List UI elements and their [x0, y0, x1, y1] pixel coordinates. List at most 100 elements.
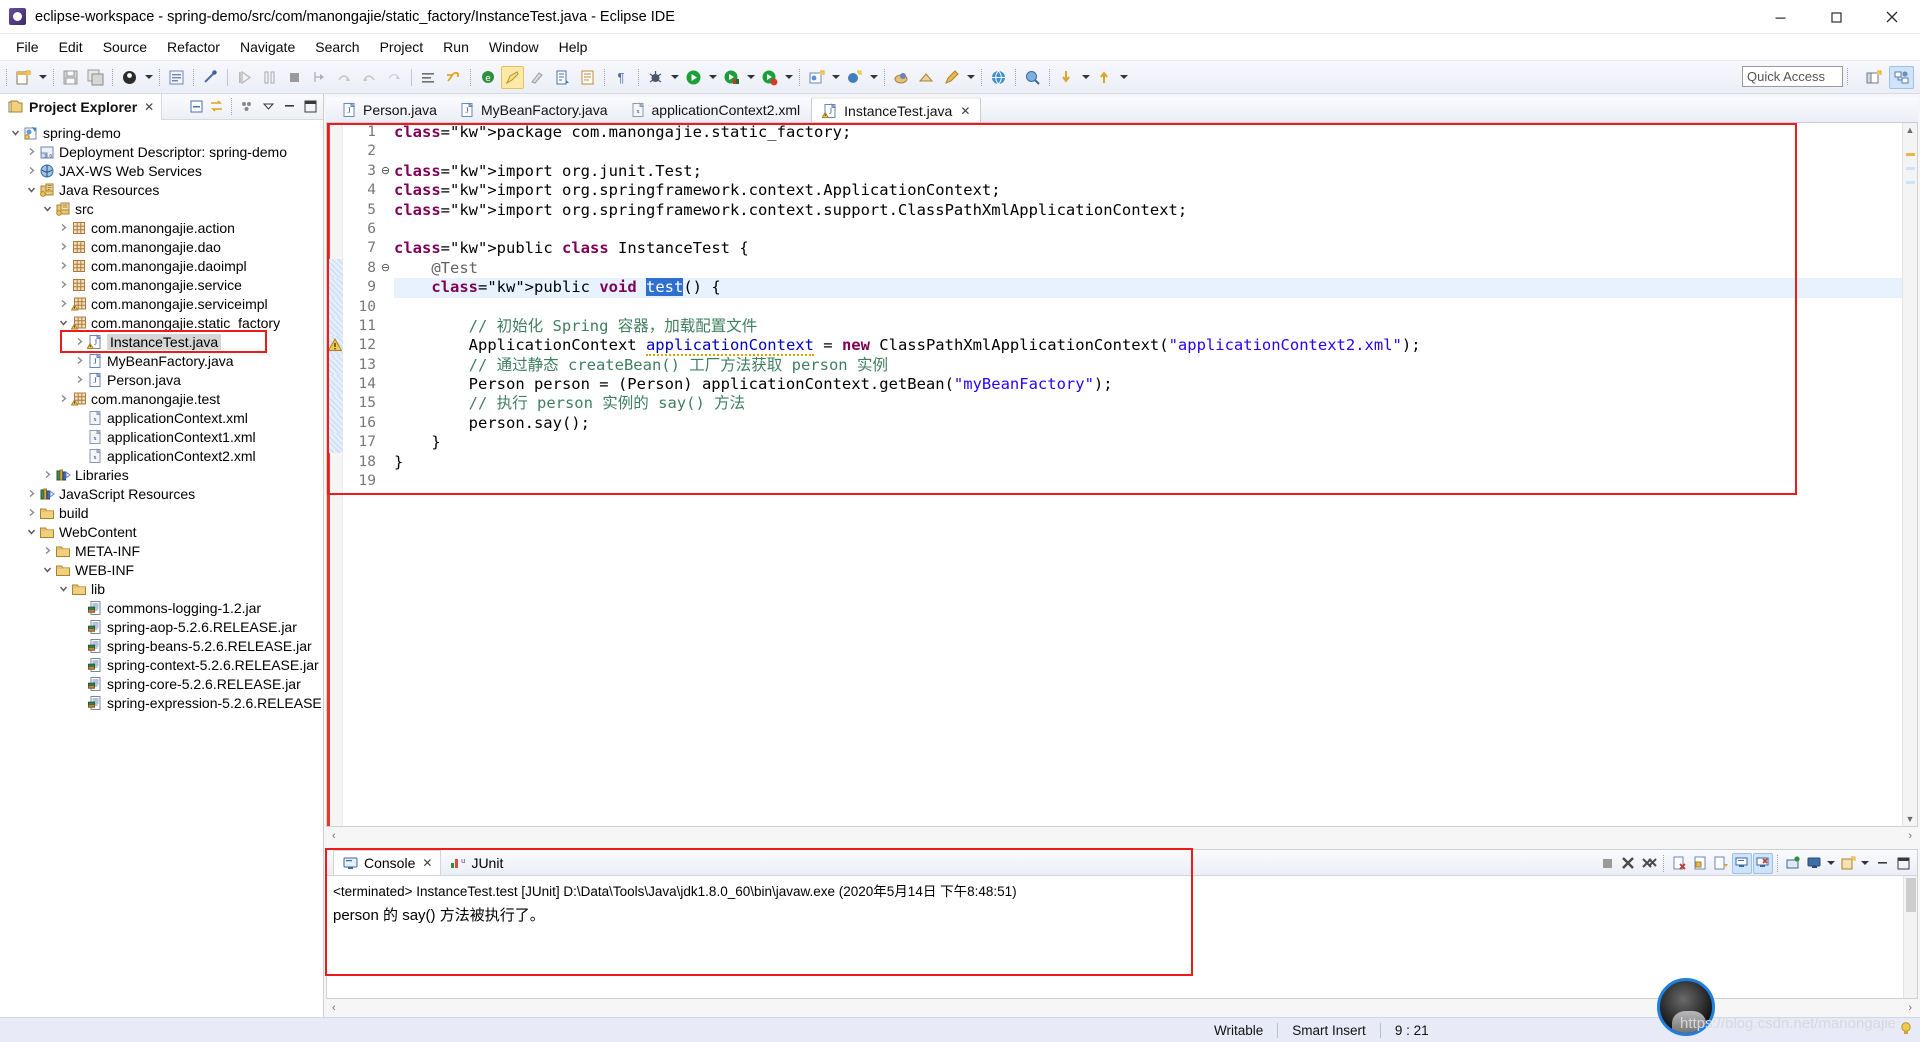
java-editor[interactable]: 1 2 3 4 5 6 7 8 9 10 11 12 13 14 15 16 17 18 19 ⊖ ⊖ class="… [326, 123, 1918, 827]
code-line[interactable]: ApplicationContext applicationContext = … [394, 336, 1902, 357]
code-line[interactable]: class="kw">import org.springframework.co… [394, 201, 1902, 220]
tree-item[interactable]: com.manongajie.static_factory [0, 313, 323, 332]
run-as-icon[interactable] [720, 66, 743, 89]
tree-item[interactable]: spring-core-5.2.6.RELEASE.jar [0, 674, 323, 693]
tree-item[interactable]: com.manongajie.serviceimpl [0, 294, 323, 313]
chevron-down-icon[interactable] [40, 564, 54, 575]
tree-item[interactable]: com.manongajie.test [0, 389, 323, 408]
code-line[interactable] [394, 220, 1902, 239]
scroll-down-arrow[interactable]: ▼ [1906, 814, 1915, 824]
scroll-up-arrow[interactable]: ▲ [1906, 125, 1915, 135]
tab-console[interactable]: Console ✕ [333, 850, 442, 875]
run-icon[interactable] [682, 66, 705, 89]
open-console-dropdown[interactable] [1824, 852, 1837, 874]
editor-tab[interactable]: J Person.java [330, 97, 448, 122]
resume-icon[interactable] [233, 66, 256, 89]
menu-file[interactable]: File [6, 36, 49, 58]
new-class-dropdown[interactable] [867, 66, 880, 88]
chevron-down-icon[interactable] [40, 203, 54, 214]
tab-junit[interactable]: u JUnit [441, 850, 511, 875]
chevron-down-icon[interactable] [24, 184, 38, 195]
show-whitespace-icon[interactable]: ¶ [610, 66, 633, 89]
scroll-right-arrow[interactable]: › [1908, 1002, 1912, 1014]
code-line[interactable]: @Test [394, 259, 1902, 278]
project-tree[interactable]: spring-demo 3.0 Deployment Descriptor: spr… [0, 120, 323, 1017]
menu-window[interactable]: Window [479, 36, 549, 58]
tree-item[interactable]: spring-beans-5.2.6.RELEASE.jar [0, 636, 323, 655]
chevron-right-icon[interactable] [56, 393, 70, 404]
tree-item[interactable]: spring-context-5.2.6.RELEASE.jar [0, 655, 323, 674]
new-dropdown-arrow[interactable] [36, 66, 49, 88]
tree-item[interactable]: WEB-INF [0, 560, 323, 579]
console-vertical-scrollbar[interactable] [1903, 876, 1917, 998]
java-browsing-icon[interactable]: e [476, 66, 499, 89]
debug-run-icon[interactable] [644, 66, 667, 89]
chevron-right-icon[interactable] [56, 222, 70, 233]
code-line[interactable] [394, 472, 1902, 491]
maximize-icon[interactable] [1808, 0, 1864, 34]
editor-overview-ruler[interactable]: ▲ ▼ [1902, 123, 1917, 826]
previous-annotation-icon[interactable] [576, 66, 599, 89]
chevron-right-icon[interactable] [72, 336, 86, 347]
minimize-icon[interactable] [1752, 0, 1808, 34]
maximize-icon[interactable] [1893, 853, 1913, 874]
run-as-dropdown[interactable] [744, 66, 757, 88]
code-line[interactable]: // 执行 person 实例的 say() 方法 [394, 394, 1902, 413]
tree-item[interactable]: META-INF [0, 541, 323, 560]
maximize-icon[interactable] [300, 96, 320, 117]
previous-dropdown[interactable] [1079, 66, 1092, 88]
web-browser-icon[interactable] [987, 66, 1010, 89]
code-line[interactable]: class="kw">import org.springframework.co… [394, 181, 1902, 200]
warning-marker-icon[interactable] [327, 338, 343, 352]
menu-run[interactable]: Run [433, 36, 479, 58]
tree-item[interactable]: Libraries [0, 465, 323, 484]
code-line[interactable] [394, 298, 1902, 317]
coverage-icon[interactable] [758, 66, 781, 89]
open-perspective-button[interactable] [1861, 66, 1886, 89]
edit-icon[interactable] [940, 66, 963, 89]
terminate-icon[interactable] [1597, 853, 1617, 874]
code-line[interactable]: class="kw">import org.junit.Test; [394, 162, 1902, 181]
code-line[interactable]: class="kw">public class InstanceTest { [394, 239, 1902, 258]
tab-project-explorer[interactable]: Project Explorer ✕ [0, 93, 163, 120]
step-into-icon[interactable] [308, 66, 331, 89]
menu-edit[interactable]: Edit [49, 36, 93, 58]
fold-collapse-icon[interactable]: ⊖ [379, 162, 392, 181]
clear-console-icon[interactable] [1669, 853, 1689, 874]
close-icon[interactable]: ✕ [422, 856, 432, 870]
chevron-down-icon[interactable] [8, 127, 22, 138]
annotate-icon[interactable] [526, 66, 549, 89]
new-wizard-icon[interactable] [12, 66, 35, 89]
previous-edit-icon[interactable] [1055, 66, 1078, 89]
save-perspective-icon[interactable] [915, 66, 938, 89]
code-line[interactable]: // 初始化 Spring 容器，加载配置文件 [394, 317, 1902, 336]
minimize-icon[interactable] [279, 96, 299, 117]
link-with-editor-icon[interactable] [207, 96, 227, 117]
editor-horizontal-scrollbar[interactable]: ‹ › [326, 827, 1918, 845]
code-line[interactable]: } [394, 433, 1902, 452]
chevron-right-icon[interactable] [56, 298, 70, 309]
close-icon[interactable]: ✕ [960, 104, 970, 118]
tree-item[interactable]: com.manongajie.dao [0, 237, 323, 256]
tree-item[interactable]: spring-demo [0, 123, 323, 142]
tree-item[interactable]: J Person.java [0, 370, 323, 389]
debug-perspective-icon[interactable] [118, 66, 141, 89]
chevron-right-icon[interactable] [72, 355, 86, 366]
tree-item[interactable]: x applicationContext1.xml [0, 427, 323, 446]
chevron-right-icon[interactable] [24, 507, 38, 518]
tree-item[interactable]: WebContent [0, 522, 323, 541]
chevron-right-icon[interactable] [24, 488, 38, 499]
menu-source[interactable]: Source [93, 36, 157, 58]
new-project-dropdown[interactable] [829, 66, 842, 88]
open-type-icon[interactable] [417, 66, 440, 89]
scroll-right-arrow[interactable]: › [1908, 830, 1912, 842]
menu-help[interactable]: Help [549, 36, 598, 58]
scroll-lock-icon[interactable] [1690, 853, 1710, 874]
step-over-icon[interactable] [333, 66, 356, 89]
new-class-icon[interactable] [843, 66, 866, 89]
search-web-icon[interactable] [1021, 66, 1044, 89]
pin-console-icon[interactable] [1711, 853, 1731, 874]
editor-tab[interactable]: J InstanceTest.java ✕ [811, 97, 982, 122]
chevron-right-icon[interactable] [24, 146, 38, 157]
remove-launch-icon[interactable] [1618, 853, 1638, 874]
